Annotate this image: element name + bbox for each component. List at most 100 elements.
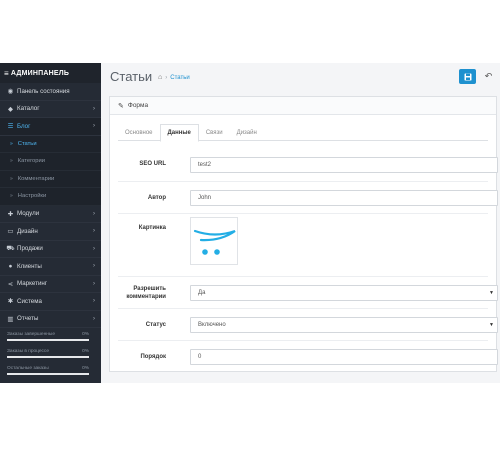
pencil-icon: ✎ [118, 102, 124, 110]
submenu-item-settings[interactable]: » Настройки [0, 188, 101, 206]
sidebar-item-label: Продажи [17, 245, 43, 253]
tab-general[interactable]: Основное [118, 124, 160, 141]
stat-value: 0% [82, 349, 89, 354]
sidebar-item-label: Система [17, 297, 42, 305]
sidebar-item-blog[interactable]: ☰ Блог › [0, 118, 101, 136]
chevron-right-icon: › [93, 315, 95, 322]
form-row-order: Порядок 0 [118, 341, 498, 371]
chevron-right-icon: » [10, 140, 13, 147]
stat-progress-bar [7, 356, 89, 358]
image-label: Картинка [138, 225, 166, 231]
sort-order-label: Порядок [140, 354, 166, 360]
floppy-disk-icon [464, 73, 471, 80]
form-row-author: Автор John [118, 182, 498, 214]
monitor-icon: ▭ [7, 228, 14, 236]
breadcrumb-link-articles[interactable]: Статьи [170, 75, 189, 81]
sidebar-item-reports[interactable]: ▥ Отчеты › [0, 311, 101, 328]
caret-down-icon: ▼ [489, 322, 494, 328]
allow-comments-label: Разрешить комментарии [126, 286, 166, 300]
sidebar-item-catalog[interactable]: ◆ Каталог › [0, 101, 101, 118]
seo-url-input[interactable]: test2 [190, 157, 498, 173]
stat-completed: Заказы завершенные 0% [4, 329, 92, 346]
status-label: Статус [145, 322, 166, 328]
tab-links[interactable]: Связи [199, 124, 230, 141]
stat-progress-bar [7, 373, 89, 375]
form-row-seo: SEO URL test2 [118, 147, 498, 182]
chevron-down-icon: › [93, 123, 95, 130]
submenu-item-label: Настройки [17, 193, 47, 200]
caret-down-icon: ▼ [489, 290, 494, 296]
sidebar-item-dashboard[interactable]: ◉ Панель состояния [0, 83, 101, 101]
sidebar-item-customers[interactable]: ● Клиенты › [0, 258, 101, 276]
submenu-item-categories[interactable]: » Категории [0, 153, 101, 171]
author-value: John [198, 195, 212, 201]
order-stats: Заказы завершенные 0% Заказы в процессе … [4, 329, 92, 380]
page-title: Статьи [110, 69, 153, 84]
seo-url-value: test2 [198, 162, 212, 168]
chevron-right-icon: › [93, 263, 95, 270]
tab-data[interactable]: Данные [159, 124, 199, 142]
author-input[interactable]: John [190, 190, 498, 206]
sidebar-header: ≡ АДМИНПАНЕЛЬ [0, 63, 101, 83]
back-button[interactable]: ↶ [480, 69, 497, 84]
sidebar-item-label: Маркетинг [17, 280, 48, 288]
sidebar-item-marketing[interactable]: ⋖ Маркетинг › [0, 276, 101, 293]
chevron-right-icon: » [10, 193, 13, 200]
submenu-item-comments[interactable]: » Комментарии [0, 170, 101, 188]
sidebar-item-label: Каталог [17, 105, 40, 113]
stat-label: Заказы в процессе [7, 349, 50, 354]
stat-progress-bar [7, 339, 89, 341]
gear-icon: ✱ [7, 298, 14, 306]
dashboard-icon: ◉ [7, 88, 14, 96]
chevron-right-icon: › [93, 298, 95, 305]
brand-title: АДМИНПАНЕЛЬ [10, 69, 70, 77]
share-icon: ⋖ [7, 280, 14, 288]
tag-icon: ◆ [8, 105, 13, 113]
tab-bar: Основное Данные Связи Дизайн [118, 124, 488, 142]
allow-comments-value: Да [198, 290, 206, 296]
chevron-right-icon: › [93, 105, 95, 112]
chevron-right-icon: › [93, 210, 95, 217]
sidebar-item-design[interactable]: ▭ Дизайн › [0, 223, 101, 241]
sidebar-item-label: Модули [17, 210, 40, 218]
form-row-status: Статус Включено ▼ [118, 309, 498, 341]
stat-in-progress: Заказы в процессе 0% [4, 346, 92, 363]
chevron-right-icon: » [10, 158, 13, 165]
status-select[interactable]: Включено ▼ [190, 317, 498, 333]
submenu-item-label: Статьи [17, 140, 37, 147]
form-row-image: Картинка [118, 214, 488, 277]
tab-design[interactable]: Дизайн [230, 124, 264, 141]
chevron-right-icon: » [10, 175, 13, 182]
submenu-item-label: Категории [17, 158, 45, 165]
allow-comments-select[interactable]: Да ▼ [190, 285, 498, 301]
sidebar-item-label: Клиенты [17, 262, 42, 270]
user-icon: ● [8, 262, 13, 270]
stat-value: 0% [82, 332, 89, 337]
breadcrumb: ⌂ › Статьи [158, 74, 190, 81]
sidebar-item-modules[interactable]: ✚ Модули › [0, 206, 101, 223]
stat-label: Заказы завершенные [7, 332, 55, 337]
sidebar-item-sales[interactable]: ⛟ Продажи › [0, 241, 101, 258]
sidebar-item-system[interactable]: ✱ Система › [0, 293, 101, 311]
chevron-right-icon: › [93, 280, 95, 287]
submenu-item-label: Комментарии [17, 175, 55, 182]
chevron-right-icon: › [93, 245, 95, 252]
image-thumbnail[interactable] [190, 217, 238, 265]
home-icon[interactable]: ⌂ [158, 74, 162, 81]
list-icon: ☰ [7, 123, 14, 131]
menu-bars-icon[interactable]: ≡ [4, 69, 9, 78]
bar-chart-icon: ▥ [7, 315, 14, 323]
stat-value: 0% [82, 366, 89, 371]
form-row-comments: Разрешить комментарии Да ▼ [118, 277, 498, 309]
submenu-item-articles[interactable]: » Статьи [0, 135, 101, 153]
stat-other: Остальные заказы 0% [4, 363, 92, 380]
reply-arrow-icon: ↶ [484, 71, 493, 81]
sort-order-input[interactable]: 0 [190, 349, 498, 365]
main-content: Статьи ⌂ › Статьи ↶ ✎ Форма Основное Дан… [101, 63, 500, 383]
panel-header: ✎ Форма [110, 97, 496, 115]
save-button[interactable] [459, 69, 476, 84]
sidebar-item-label: Дизайн [17, 227, 38, 235]
stat-label: Остальные заказы [7, 366, 49, 371]
panel-title: Форма [127, 102, 149, 109]
cart-logo-icon [193, 229, 236, 255]
